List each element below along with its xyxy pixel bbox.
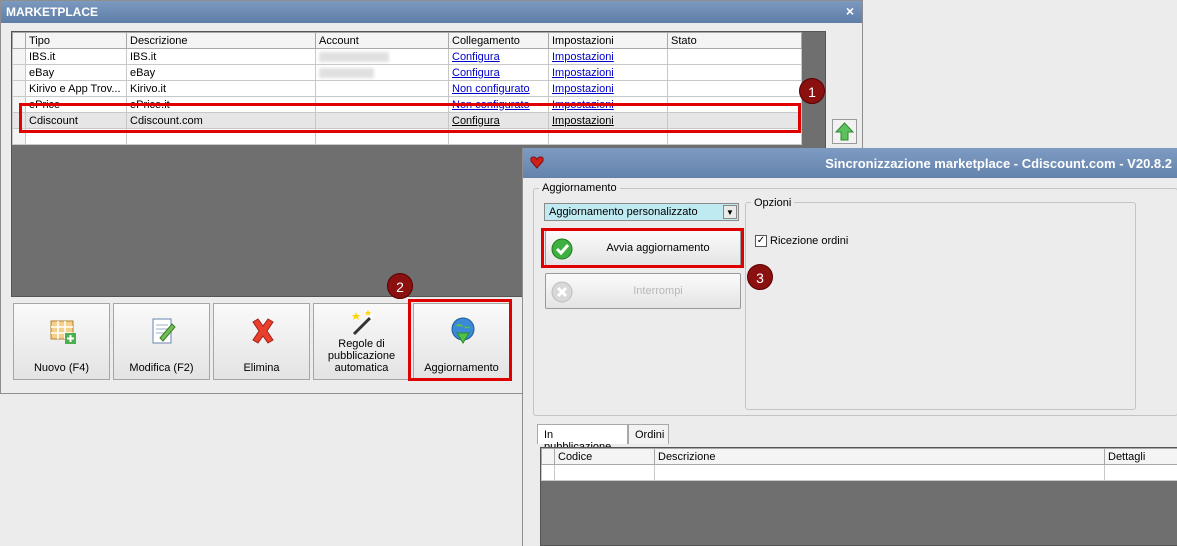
tab-ordini[interactable]: Ordini [628, 424, 669, 444]
new-button[interactable]: Nuovo (F4) [13, 303, 110, 380]
rules-button[interactable]: Regole di pubblicazione automatica [313, 303, 410, 380]
highlight-cdiscount-row [19, 103, 801, 133]
cell-empty [654, 464, 1105, 481]
cell-account [315, 48, 449, 65]
publication-grid: Codice Descrizione Dettagli [540, 447, 1177, 546]
column-header-account[interactable]: Account [315, 32, 449, 49]
arrow-up-icon [834, 122, 855, 141]
marketplace-titlebar: MARKETPLACE × [1, 1, 862, 23]
stop-icon [551, 281, 573, 303]
column-header-collegamento[interactable]: Collegamento [448, 32, 549, 49]
update-mode-value: Aggiornamento personalizzato [549, 206, 698, 218]
row-indicator-header [541, 448, 555, 465]
magic-wand-icon [352, 310, 375, 336]
tab-in-pubblicazione[interactable]: In pubblicazione [537, 424, 628, 453]
cell-impostazioni: Impostazioni [548, 48, 668, 65]
sync-title: Sincronizzazione marketplace - Cdiscount… [825, 156, 1172, 171]
cell-descrizione: Kirivo.it [126, 80, 316, 97]
column-header-stato[interactable]: Stato [667, 32, 802, 49]
column-header-codice[interactable]: Codice [554, 448, 655, 465]
cell-empty [554, 464, 655, 481]
orders-option-label: Ricezione ordini [770, 235, 849, 247]
cell-account [315, 80, 449, 97]
sync-window: Sincronizzazione marketplace - Cdiscount… [522, 148, 1177, 546]
cell-empty [1104, 464, 1177, 481]
table-row-empty[interactable] [541, 464, 1177, 481]
column-header-descrizione[interactable]: Descrizione [654, 448, 1105, 465]
highlight-update-button [408, 299, 512, 381]
marketplace-title: MARKETPLACE [6, 5, 98, 19]
cell-impostazioni: Impostazioni [548, 80, 668, 97]
update-group-label: Aggiornamento [539, 182, 620, 194]
table-header-row: Codice Descrizione Dettagli [541, 448, 1177, 465]
chevron-down-icon[interactable]: ▼ [723, 205, 737, 219]
configure-link[interactable]: Configura [452, 51, 500, 63]
orders-checkbox[interactable]: ✓ [755, 235, 767, 247]
cell-stato [667, 48, 802, 65]
column-header-dettagli[interactable]: Dettagli [1104, 448, 1177, 465]
row-indicator [12, 80, 26, 97]
new-grid-icon [50, 320, 76, 344]
redacted-account [319, 67, 374, 78]
table-row[interactable]: eBay eBay Configura Impostazioni [12, 64, 802, 81]
row-indicator [12, 48, 26, 65]
rules-button-label: Regole di pubblicazione automatica [327, 338, 396, 374]
cell-descrizione: IBS.it [126, 48, 316, 65]
table-header-row: Tipo Descrizione Account Collegamento Im… [12, 32, 802, 49]
settings-link[interactable]: Impostazioni [552, 83, 614, 95]
app-heart-icon [530, 156, 544, 169]
settings-link[interactable]: Impostazioni [552, 51, 614, 63]
step-badge-1: 1 [799, 78, 825, 104]
close-icon[interactable]: × [846, 3, 854, 19]
stop-button: Interrompi [545, 273, 741, 309]
cell-stato [667, 64, 802, 81]
column-header-descrizione[interactable]: Descrizione [126, 32, 316, 49]
cell-tipo: eBay [25, 64, 127, 81]
options-groupbox [745, 202, 1136, 410]
configure-link[interactable]: Configura [452, 67, 500, 79]
update-mode-select[interactable]: Aggiornamento personalizzato ▼ [544, 203, 739, 221]
cell-descrizione: eBay [126, 64, 316, 81]
cell-account [315, 64, 449, 81]
step-badge-2: 2 [387, 273, 413, 299]
highlight-start-button [541, 228, 744, 268]
column-header-impostazioni[interactable]: Impostazioni [548, 32, 668, 49]
options-label: Opzioni [751, 197, 795, 209]
new-button-label: Nuovo (F4) [33, 362, 90, 374]
delete-x-icon [252, 318, 274, 344]
configure-link[interactable]: Non configurato [452, 83, 530, 95]
step-badge-3: 3 [747, 264, 773, 290]
column-header-tipo[interactable]: Tipo [25, 32, 127, 49]
edit-document-icon [152, 318, 176, 344]
cell-tipo: IBS.it [25, 48, 127, 65]
redacted-account [319, 51, 389, 62]
delete-button[interactable]: Elimina [213, 303, 310, 380]
row-indicator-header [12, 32, 26, 49]
cell-collegamento: Non configurato [448, 80, 549, 97]
stop-label: Interrompi [633, 285, 683, 297]
cell-tipo: Kirivo e App Trov... [25, 80, 127, 97]
row-indicator [12, 64, 26, 81]
cell-collegamento: Configura [448, 48, 549, 65]
cell-stato [667, 80, 802, 97]
row-indicator [541, 464, 555, 481]
cell-collegamento: Configura [448, 64, 549, 81]
table-row[interactable]: IBS.it IBS.it Configura Impostazioni [12, 48, 802, 65]
sync-titlebar: Sincronizzazione marketplace - Cdiscount… [523, 148, 1177, 178]
publication-table: Codice Descrizione Dettagli [541, 448, 1177, 481]
cell-impostazioni: Impostazioni [548, 64, 668, 81]
delete-button-label: Elimina [243, 362, 280, 374]
move-up-button[interactable] [832, 119, 857, 144]
table-row[interactable]: Kirivo e App Trov... Kirivo.it Non confi… [12, 80, 802, 97]
edit-button[interactable]: Modifica (F2) [113, 303, 210, 380]
edit-button-label: Modifica (F2) [129, 362, 194, 374]
settings-link[interactable]: Impostazioni [552, 67, 614, 79]
